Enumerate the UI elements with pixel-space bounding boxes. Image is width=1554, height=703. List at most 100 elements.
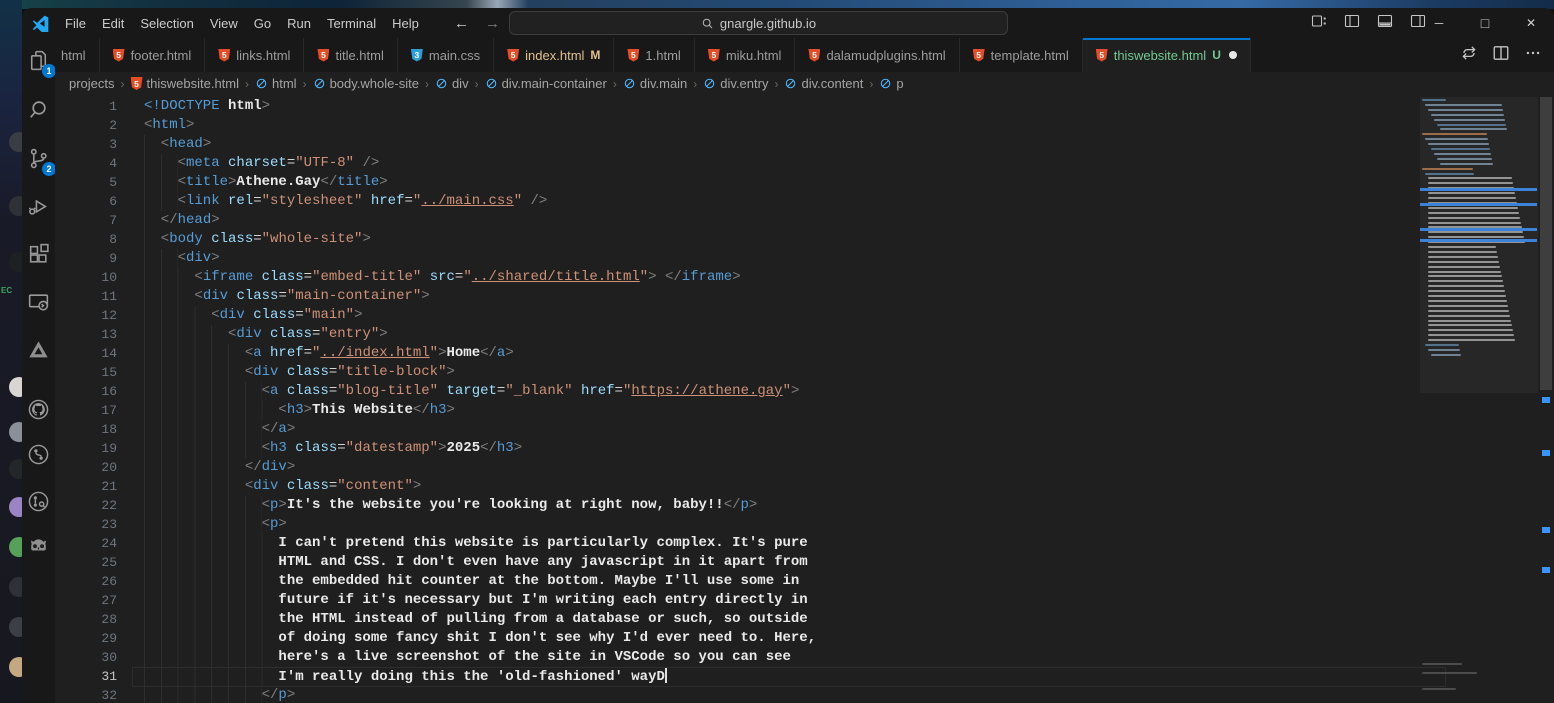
tab-thiswebsite-html[interactable]: 5thiswebsite.htmlU	[1083, 38, 1251, 72]
tab-template-html[interactable]: 5template.html	[960, 38, 1083, 72]
tab-title-html[interactable]: 5title.html	[304, 38, 397, 72]
code-line-20[interactable]: 20</div>	[55, 458, 1417, 477]
code-line-16[interactable]: 16<a class="blog-title" target="_blank" …	[55, 382, 1417, 401]
tab-1-html[interactable]: 51.html	[614, 38, 694, 72]
line-number: 9	[55, 249, 117, 268]
code-line-7[interactable]: 7</head>	[55, 211, 1417, 230]
menu-selection[interactable]: Selection	[132, 13, 201, 34]
activity-explorer-icon[interactable]: 1	[26, 48, 52, 74]
code-line-1[interactable]: 1<!DOCTYPE html>	[55, 97, 1417, 116]
activity-extensions-icon[interactable]	[26, 242, 52, 268]
tab-footer-html[interactable]: 5footer.html	[100, 38, 206, 72]
code-line-22[interactable]: 22<p>It's the website you're looking at …	[55, 496, 1417, 515]
discord-window-sliver[interactable]: EC	[0, 0, 22, 703]
menu-run[interactable]: Run	[279, 13, 319, 34]
breadcrumb-item-div-entry[interactable]: div.entry	[703, 76, 768, 91]
dirty-indicator-icon[interactable]	[1229, 51, 1237, 59]
nav-forward-icon[interactable]: →	[485, 15, 500, 32]
code-line-19[interactable]: 19<h3 class="datestamp">2025</h3>	[55, 439, 1417, 458]
indent-guides	[144, 154, 178, 173]
tab-html[interactable]: html	[55, 38, 100, 72]
tab-miku-html[interactable]: 5miku.html	[695, 38, 796, 72]
menu-file[interactable]: File	[57, 13, 94, 34]
activity-github-icon[interactable]	[26, 397, 52, 423]
maximize-button[interactable]: □	[1462, 8, 1508, 38]
code-line-27[interactable]: 27future if it's necessary but I'm writi…	[55, 591, 1417, 610]
code-line-28[interactable]: 28the HTML instead of pulling from a dat…	[55, 610, 1417, 629]
minimap-line	[1428, 261, 1499, 263]
css-file-icon: 3	[411, 49, 423, 62]
breadcrumb-item-body-whole-site[interactable]: body.whole-site	[313, 76, 419, 91]
editor[interactable]: 1<!DOCTYPE html>2<html>3<head>4<meta cha…	[55, 95, 1554, 703]
activity-extension-a-icon[interactable]	[26, 337, 52, 363]
breadcrumb-item-div-content[interactable]: div.content	[784, 76, 863, 91]
code-line-32[interactable]: 32</p>	[55, 686, 1417, 703]
command-center-search[interactable]: gnargle.github.io	[509, 11, 1008, 35]
split-editor-icon[interactable]	[1492, 44, 1510, 67]
scrollbar-thumb[interactable]	[1540, 97, 1552, 390]
breadcrumb-label: p	[896, 76, 903, 91]
customize-layout-icon[interactable]	[1311, 13, 1327, 34]
breadcrumb-item-div[interactable]: div	[435, 76, 469, 91]
code-line-6[interactable]: 6<link rel="stylesheet" href="../main.cs…	[55, 192, 1417, 211]
minimap[interactable]	[1420, 95, 1538, 703]
activity-git-graph-icon[interactable]	[26, 489, 52, 515]
close-button[interactable]: ✕	[1508, 8, 1554, 38]
tab-index-html[interactable]: 5index.htmlM	[494, 38, 614, 72]
code-line-5[interactable]: 5<title>Athene.Gay</title>	[55, 173, 1417, 192]
activity-godot-tools-icon[interactable]	[26, 532, 52, 558]
breadcrumb-item-div-main[interactable]: div.main	[623, 76, 687, 91]
tab-main-css[interactable]: 3 main.css	[398, 38, 494, 72]
code-line-10[interactable]: 10<iframe class="embed-title" src="../sh…	[55, 268, 1417, 287]
code-line-24[interactable]: 24I can't pretend this website is partic…	[55, 534, 1417, 553]
code-line-12[interactable]: 12<div class="main">	[55, 306, 1417, 325]
code-line-21[interactable]: 21<div class="content">	[55, 477, 1417, 496]
minimize-button[interactable]: ─	[1416, 8, 1462, 38]
code-line-3[interactable]: 3<head>	[55, 135, 1417, 154]
code-line-23[interactable]: 23<p>	[55, 515, 1417, 534]
tab-label: main.css	[429, 48, 480, 63]
tab-dalamudplugins-html[interactable]: 5dalamudplugins.html	[795, 38, 959, 72]
code-line-17[interactable]: 17<h3>This Website</h3>	[55, 401, 1417, 420]
activity-explorer-badge: 1	[42, 64, 56, 78]
menu-help[interactable]: Help	[384, 13, 427, 34]
code-line-2[interactable]: 2<html>	[55, 116, 1417, 135]
toggle-panel-icon[interactable]	[1377, 13, 1393, 34]
code-line-30[interactable]: 30here's a live screenshot of the site i…	[55, 648, 1417, 667]
tab-links-html[interactable]: 5links.html	[205, 38, 304, 72]
breadcrumb-item-projects[interactable]: projects	[69, 76, 115, 91]
code-line-14[interactable]: 14<a href="../index.html">Home</a>	[55, 344, 1417, 363]
breadcrumb-item-p[interactable]: p	[879, 76, 903, 91]
breadcrumb-item-thiswebsite-html[interactable]: 5thiswebsite.html	[131, 76, 239, 91]
menu-edit[interactable]: Edit	[94, 13, 132, 34]
code-line-11[interactable]: 11<div class="main-container">	[55, 287, 1417, 306]
code-line-15[interactable]: 15<div class="title-block">	[55, 363, 1417, 382]
breadcrumb-item-div-main-container[interactable]: div.main-container	[485, 76, 607, 91]
line-number: 2	[55, 116, 117, 135]
code-line-26[interactable]: 26the embedded hit counter at the bottom…	[55, 572, 1417, 591]
code-line-8[interactable]: 8<body class="whole-site">	[55, 230, 1417, 249]
scrollbar[interactable]	[1538, 95, 1554, 703]
code-line-31[interactable]: 31I'm really doing this the 'old-fashion…	[55, 667, 1417, 686]
activity-gitlens-icon[interactable]	[26, 442, 52, 468]
activity-search-icon[interactable]	[26, 97, 52, 123]
activity-run-debug-icon[interactable]	[26, 194, 52, 220]
code-area[interactable]: 1<!DOCTYPE html>2<html>3<head>4<meta cha…	[55, 97, 1417, 703]
activity-remote-explorer-icon[interactable]	[26, 290, 52, 316]
more-actions-icon[interactable]	[1524, 44, 1542, 67]
code-line-4[interactable]: 4<meta charset="UTF-8" />	[55, 154, 1417, 173]
nav-back-icon[interactable]: ←	[454, 15, 469, 32]
activity-source-control-icon[interactable]: 2	[26, 146, 52, 172]
menu-go[interactable]: Go	[246, 13, 279, 34]
code-line-18[interactable]: 18</a>	[55, 420, 1417, 439]
menu-terminal[interactable]: Terminal	[319, 13, 384, 34]
open-changes-icon[interactable]	[1460, 44, 1478, 67]
code-line-13[interactable]: 13<div class="entry">	[55, 325, 1417, 344]
code-line-25[interactable]: 25HTML and CSS. I don't even have any ja…	[55, 553, 1417, 572]
toggle-primary-sidebar-icon[interactable]	[1344, 13, 1360, 34]
breadcrumb-item-html[interactable]: html	[255, 76, 297, 91]
minimap-line	[1428, 143, 1489, 145]
code-line-9[interactable]: 9<div>	[55, 249, 1417, 268]
menu-view[interactable]: View	[202, 13, 246, 34]
code-line-29[interactable]: 29of doing some fancy shit I don't see w…	[55, 629, 1417, 648]
